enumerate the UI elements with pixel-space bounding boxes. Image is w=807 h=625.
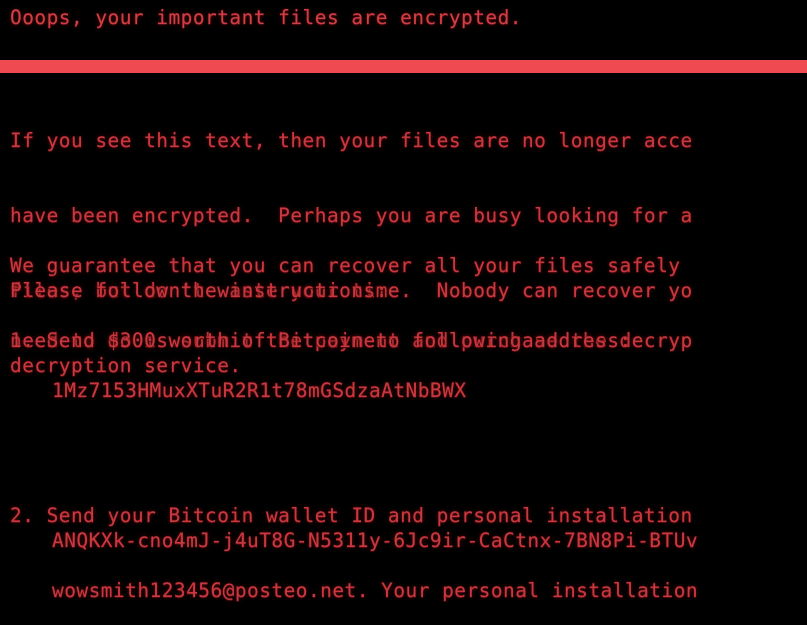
bitcoin-address[interactable]: 1Mz7153HMuxXTuR2R1t78mGSdzaAtNbBWX	[52, 378, 466, 403]
installation-key[interactable]: ANQKXk-cno4mJ-j4uT8G-N5311y-6Jc9ir-CaCtn…	[52, 528, 698, 553]
page-title: Ooops, your important files are encrypte…	[10, 6, 522, 29]
divider-bar	[0, 60, 807, 73]
guarantee-paragraph: We guarantee that you can recover all yo…	[10, 203, 693, 403]
step-1-text: 1. Send $300 worth of Bitcoin to followi…	[10, 329, 632, 352]
intro-line-1: If you see this text, then your files ar…	[10, 129, 693, 152]
guarantee-line-1: We guarantee that you can recover all yo…	[10, 254, 693, 277]
ransom-note-screen: Ooops, your important files are encrypte…	[0, 0, 807, 625]
instructions-heading: Please follow the instructions:	[10, 279, 388, 302]
step-2-line-1: 2. Send your Bitcoin wallet ID and perso…	[10, 504, 693, 527]
key-entry-section: If you already purchased your key, pleas…	[10, 578, 693, 625]
